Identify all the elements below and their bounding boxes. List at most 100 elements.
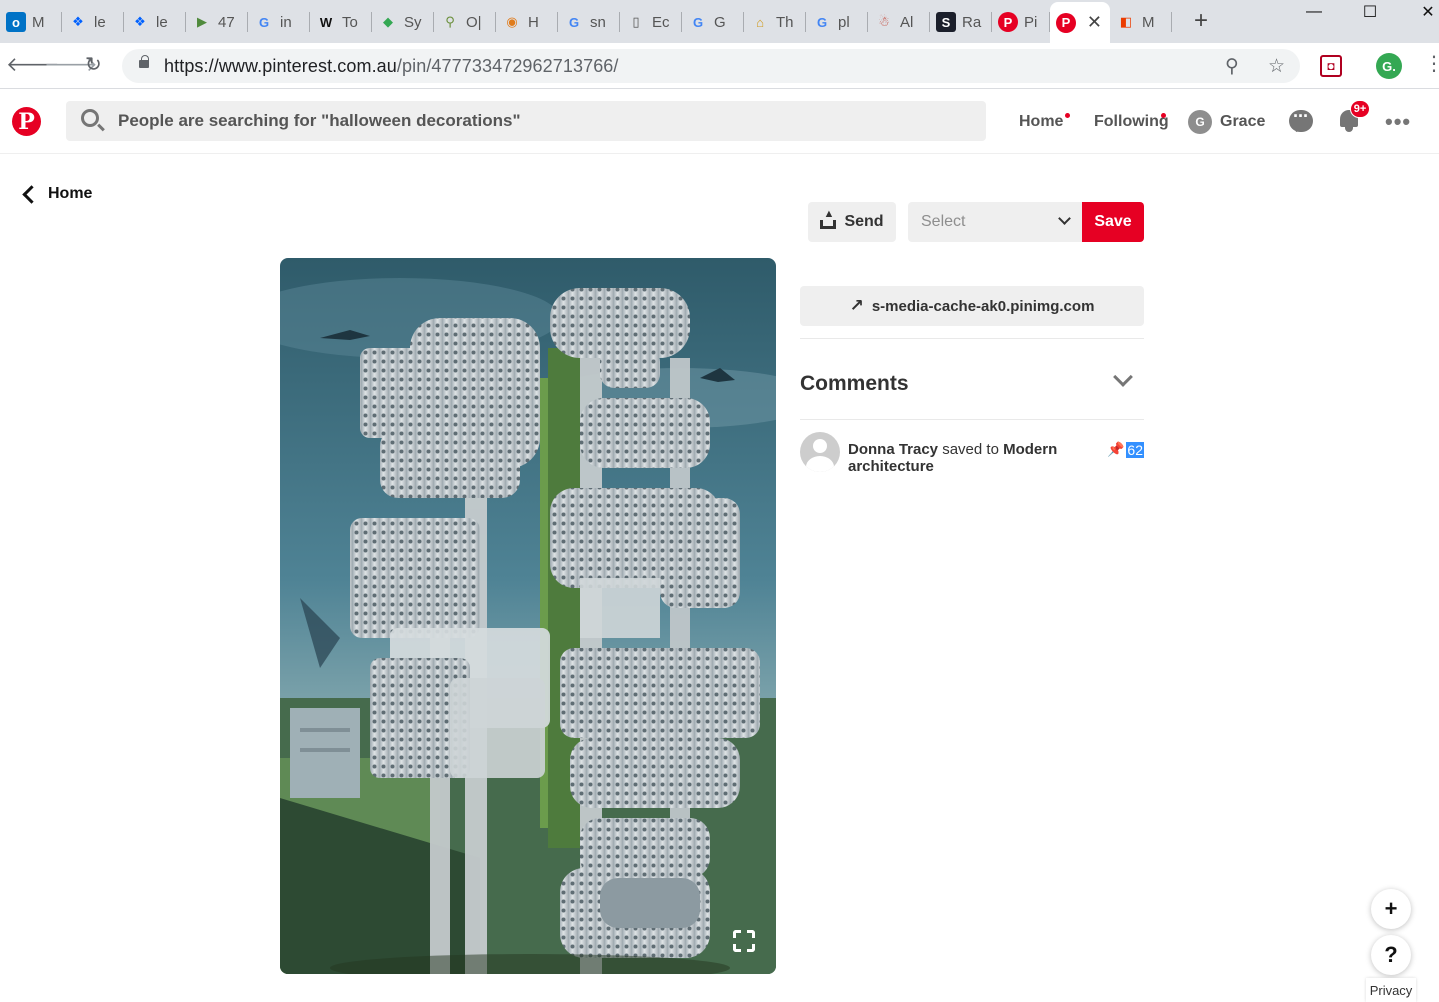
pinterest-icon: P — [998, 12, 1018, 32]
more-options-icon[interactable]: ••• — [1385, 109, 1411, 135]
browser-tab[interactable]: Gpl — [806, 4, 868, 40]
s-icon: S — [936, 12, 956, 32]
following-indicator-dot — [1161, 113, 1166, 118]
hut-icon: ⌂ — [756, 14, 764, 30]
search-icon — [81, 109, 99, 127]
home-indicator-dot — [1065, 113, 1070, 118]
tab-title: M — [1142, 13, 1155, 31]
nav-following-link[interactable]: Following — [1094, 113, 1169, 131]
nav-home-link[interactable]: Home — [1019, 113, 1063, 131]
chevron-left-icon — [22, 184, 41, 204]
tab-title: 47 — [218, 13, 235, 31]
document-icon: ▯ — [632, 14, 640, 29]
help-button[interactable]: ? — [1371, 935, 1411, 975]
close-tab-icon[interactable]: ✕ — [1087, 12, 1102, 33]
notification-badge: 9+ — [1350, 100, 1370, 118]
send-label: Send — [844, 213, 884, 230]
browser-tab[interactable]: ❖ le — [62, 4, 124, 40]
browser-tab[interactable]: ☃ Al — [868, 4, 930, 40]
tab-title: sn — [590, 13, 606, 31]
browser-tab[interactable]: oM — [0, 4, 62, 40]
pushpin-icon: 📌 — [1106, 441, 1125, 457]
tab-title: Th — [776, 13, 794, 31]
tab-title: O| — [466, 13, 482, 31]
repin-count: 📌 62 — [1107, 441, 1144, 458]
chrome-menu-icon[interactable]: ⋮ — [1424, 54, 1439, 74]
upload-icon — [820, 208, 837, 230]
office-icon: ◧ — [1119, 14, 1133, 29]
url-text[interactable]: https://www.pinterest.com.au/pin/4777334… — [164, 56, 619, 77]
privacy-link[interactable]: Privacy — [1366, 978, 1416, 1002]
activity-action: saved to — [942, 441, 999, 458]
user-avatar[interactable]: G — [1188, 110, 1212, 134]
browser-toolbar: 🡐 🡒 ↻ https://www.pinterest.com.au/pin/4… — [0, 43, 1439, 89]
reload-icon[interactable]: ↻ — [85, 55, 102, 75]
source-link-button[interactable]: ↗ s-media-cache-ak0.pinimg.com — [800, 286, 1144, 326]
user-name-link[interactable]: Grace — [1220, 113, 1265, 131]
tab-title: G — [714, 13, 726, 31]
browser-tab[interactable]: ◧ M — [1110, 4, 1172, 40]
url-path: /pin/477733472962713766/ — [396, 56, 619, 76]
minimize-button[interactable]: — — [1291, 0, 1337, 24]
browser-tab[interactable]: ◉ H — [496, 4, 558, 40]
bookmark-star-icon[interactable]: ☆ — [1268, 55, 1285, 78]
send-button[interactable]: Send — [808, 202, 896, 242]
tab-title: Sy — [404, 13, 422, 31]
new-tab-button[interactable]: + — [1194, 9, 1208, 33]
browser-tab[interactable]: ▯ Ec — [620, 4, 682, 40]
pinterest-logo-icon[interactable]: P — [12, 107, 41, 136]
tab-title: le — [156, 13, 168, 31]
tab-separator — [1171, 12, 1172, 32]
save-button[interactable]: Save — [1082, 202, 1144, 242]
maximize-button[interactable]: ☐ — [1347, 0, 1393, 24]
search-placeholder: People are searching for "halloween deco… — [118, 111, 521, 130]
back-to-home-button[interactable]: Home — [20, 184, 92, 204]
board-select-value: Select — [921, 213, 966, 230]
browser-tab[interactable]: Gin — [248, 4, 310, 40]
browser-tab[interactable]: ▶ 47 — [186, 4, 248, 40]
tab-title: Ra — [962, 13, 982, 31]
tab-title: pl — [838, 13, 850, 31]
google-maps-icon: ◆ — [383, 14, 393, 29]
expand-image-icon[interactable] — [731, 928, 757, 954]
browser-tab[interactable]: ◆ Sy — [372, 4, 434, 40]
tab-title: H — [528, 13, 539, 31]
google-icon: G — [816, 14, 828, 30]
google-icon: G — [692, 14, 704, 30]
user-avatar-placeholder[interactable] — [800, 432, 840, 472]
zoom-magnifier-icon[interactable]: ⚲ — [1225, 55, 1239, 78]
pin-image[interactable] — [280, 258, 776, 974]
pinterest-icon: P — [1056, 12, 1076, 33]
browser-tab[interactable]: GG — [682, 4, 744, 40]
chevron-down-icon — [1058, 212, 1071, 225]
activity-text: Donna Tracy saved to Modern architecture — [848, 441, 1088, 475]
browser-tab[interactable]: ⚲ O| — [434, 4, 496, 40]
address-bar[interactable]: https://www.pinterest.com.au/pin/4777334… — [122, 49, 1300, 83]
search-bar[interactable]: People are searching for "halloween deco… — [66, 101, 986, 141]
tab-title: Ec — [652, 13, 670, 31]
tab-title: in — [280, 13, 292, 31]
pinterest-header: P People are searching for "halloween de… — [0, 89, 1439, 154]
repin-count-value: 62 — [1126, 441, 1144, 458]
extension-shield-icon[interactable]: ◘ — [1320, 55, 1342, 77]
browser-tab[interactable]: Gsn — [558, 4, 620, 40]
close-window-button[interactable]: ✕ — [1405, 0, 1439, 24]
browser-tab[interactable]: ❖ le — [124, 4, 186, 40]
browser-tab[interactable]: S Ra — [930, 4, 992, 40]
messages-icon[interactable] — [1289, 106, 1313, 132]
browser-tab[interactable]: ⌂ Th — [744, 4, 806, 40]
divider — [800, 419, 1144, 420]
tab-title: le — [94, 13, 106, 31]
browser-tab[interactable]: W To — [310, 4, 372, 40]
board-select-dropdown[interactable]: Select — [908, 202, 1082, 242]
dropbox-icon: ❖ — [72, 14, 84, 29]
profile-avatar[interactable]: G. — [1376, 53, 1402, 79]
tab-title: M — [32, 13, 45, 31]
browser-tab[interactable]: P Pi — [992, 4, 1050, 40]
magnifier-icon: ⚲ — [445, 14, 455, 29]
outlook-icon: o — [6, 12, 26, 32]
add-pin-button[interactable]: + — [1371, 889, 1411, 929]
comments-toggle-chevron-icon[interactable] — [1113, 367, 1133, 387]
activity-user-link[interactable]: Donna Tracy — [848, 441, 938, 458]
browser-tab[interactable]: P ✕ — [1050, 2, 1110, 43]
